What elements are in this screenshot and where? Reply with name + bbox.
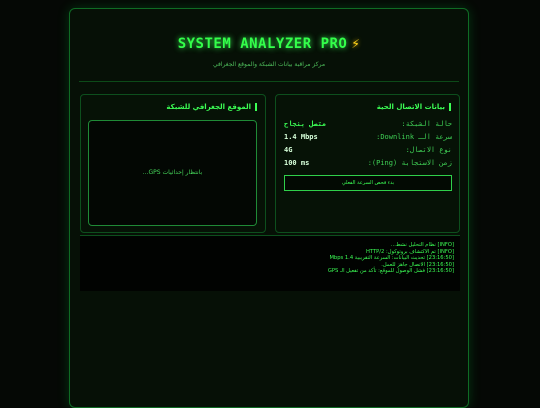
log-line: [23:16:50] تحديث البيانات: السرعة التقري…	[329, 255, 454, 262]
ping-row: زمن الاستجابة (Ping): 100 ms	[284, 159, 452, 169]
map-panel: الموقع الجغرافي للشبكة بانتظار إحداثيات …	[80, 94, 266, 233]
app-window: SYSTEM ANALYZER PRO ⚡ مركز مراقبة بيانات …	[69, 8, 469, 408]
downlink-value: 1.4 Mbps	[284, 133, 318, 141]
start-speed-test-button[interactable]: بدء فحص السرعة الفعلي	[284, 175, 452, 191]
map-area[interactable]: بانتظار إحداثيات GPS...	[88, 120, 257, 226]
network-status-label: حالة الشبكة:	[401, 120, 452, 128]
map-panel-title: الموقع الجغرافي للشبكة	[166, 103, 257, 111]
downlink-row: سرعة الـ Downlink: 1.4 Mbps	[284, 133, 452, 143]
header-divider	[79, 81, 459, 82]
log-line: [INFO] نظام التحليل نشط...	[390, 242, 454, 248]
connection-panel: بيانات الاتصال الحية حالة الشبكة: متصل ب…	[275, 94, 460, 233]
connection-type-label: نوع الاتصال:	[405, 146, 452, 154]
network-status-row: حالة الشبكة: متصل بنجاح	[284, 120, 452, 130]
log-line: [INFO] تم الاكتشاف بروتوكول: HTTP/2	[366, 248, 454, 255]
header: SYSTEM ANALYZER PRO ⚡ مركز مراقبة بيانات …	[70, 9, 468, 75]
network-status-value: متصل بنجاح	[284, 120, 327, 128]
page-subtitle: مركز مراقبة بيانات الشبكة والموقع الجغرا…	[212, 61, 326, 68]
lightning-bolt-icon: ⚡	[351, 36, 361, 52]
log-console: [INFO] نظام التحليل نشط... [INFO] تم الا…	[80, 235, 460, 291]
page-title: SYSTEM ANALYZER PRO ⚡	[70, 36, 468, 52]
connection-type-value: 4G	[284, 146, 293, 154]
ping-label: زمن الاستجابة (Ping):	[367, 159, 452, 167]
downlink-label: سرعة الـ Downlink:	[376, 133, 452, 141]
title-text: SYSTEM ANALYZER PRO	[177, 36, 348, 52]
connection-type-row: نوع الاتصال: 4G	[284, 146, 452, 156]
connection-panel-title: بيانات الاتصال الحية	[377, 103, 451, 111]
log-line: [23:16:50] فشل الوصول للموقع: تأكد من تف…	[327, 268, 454, 275]
ping-value: 100 ms	[284, 159, 310, 167]
gps-waiting-text: بانتظار إحداثيات GPS...	[142, 169, 203, 176]
